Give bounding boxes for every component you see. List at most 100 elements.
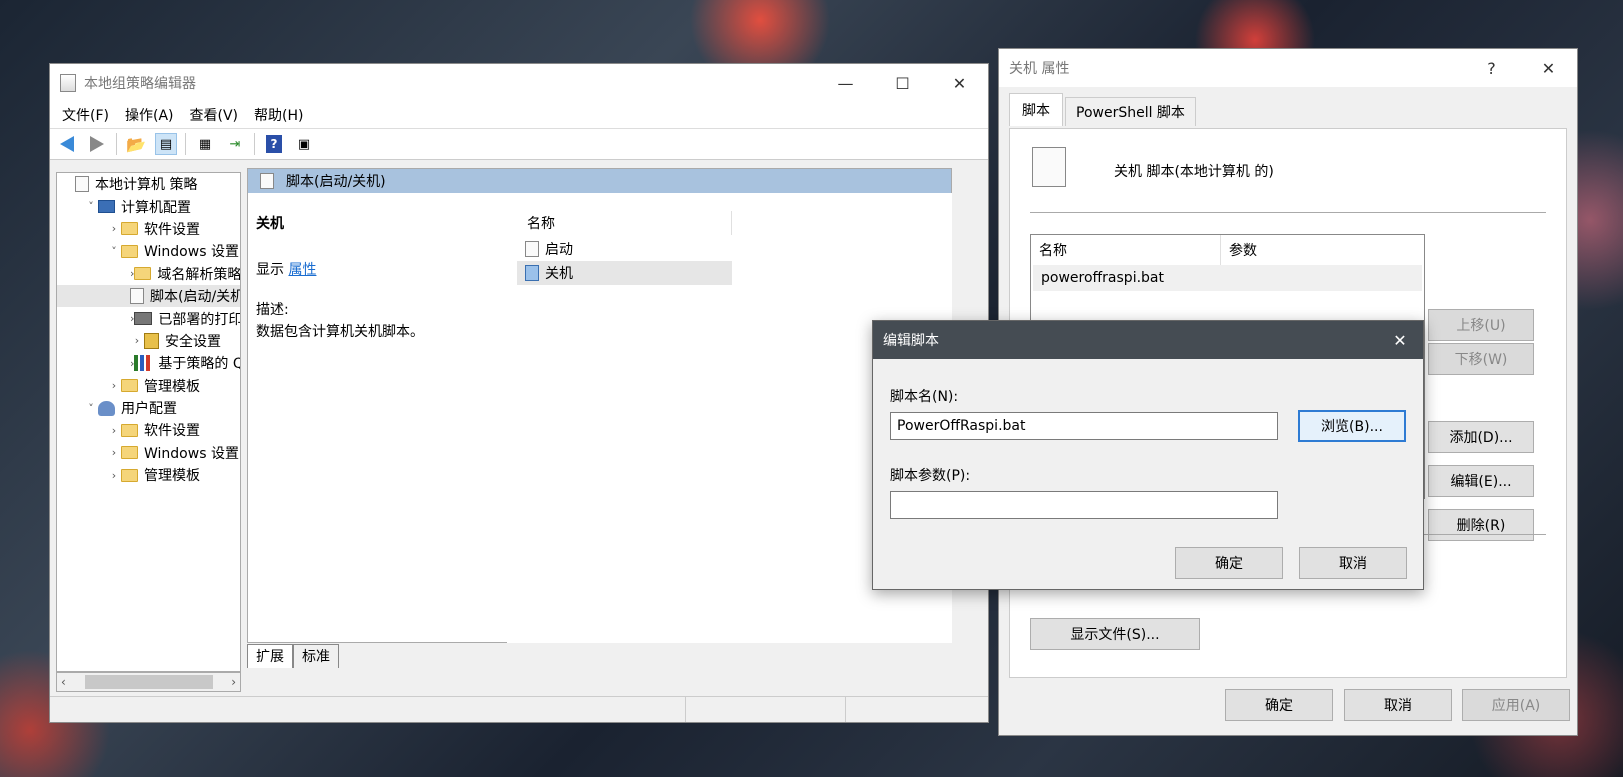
- ok-button[interactable]: 确定: [1175, 547, 1283, 579]
- list-item-shutdown[interactable]: 关机: [517, 261, 732, 285]
- forward-arrow-icon: [90, 136, 104, 152]
- properties-toolbar-button[interactable]: ▦: [194, 133, 216, 155]
- table-row[interactable]: poweroffraspi.bat: [1033, 265, 1422, 291]
- cancel-button[interactable]: 取消: [1299, 547, 1407, 579]
- tree-item[interactable]: 本地计算机 策略: [57, 173, 240, 195]
- delete-button[interactable]: 删除(R): [1428, 509, 1534, 541]
- menu-view[interactable]: 查看(V): [182, 105, 247, 125]
- view-icon: ▣: [297, 136, 311, 152]
- menu-file[interactable]: 文件(F): [54, 105, 117, 125]
- close-button[interactable]: ✕: [1377, 321, 1423, 359]
- script-params-input[interactable]: [890, 491, 1278, 519]
- script-icon: [130, 288, 144, 305]
- back-button[interactable]: [56, 133, 78, 155]
- chevron-down-icon[interactable]: ˅: [84, 200, 98, 213]
- script-name-input[interactable]: PowerOffRaspi.bat: [890, 412, 1278, 440]
- tab-scripts[interactable]: 脚本: [1009, 93, 1063, 126]
- script-icon: [525, 241, 539, 257]
- help-toolbar-button[interactable]: ?: [263, 133, 285, 155]
- edit-titlebar[interactable]: 编辑脚本 ✕: [873, 321, 1423, 359]
- toolbar-separator: [254, 133, 255, 155]
- chevron-right-icon[interactable]: ›: [107, 469, 121, 482]
- edit-button[interactable]: 编辑(E)...: [1428, 465, 1534, 497]
- detail-header-title: 脚本(启动/关机): [286, 174, 386, 190]
- menu-help[interactable]: 帮助(H): [246, 105, 311, 125]
- tree-item-label: 用户配置: [121, 401, 177, 418]
- forward-button[interactable]: [86, 133, 108, 155]
- filter-view-button[interactable]: ▣: [293, 133, 315, 155]
- properties-link[interactable]: 属性: [288, 262, 316, 278]
- chevron-right-icon[interactable]: ›: [107, 446, 121, 459]
- scroll-left-icon[interactable]: ‹: [61, 675, 66, 689]
- tree-item-label: 已部署的打印机: [158, 311, 240, 328]
- toolbar-separator: [116, 133, 117, 155]
- folder-icon: [134, 267, 152, 281]
- description-label: 描述:: [256, 302, 289, 318]
- scroll-right-icon[interactable]: ›: [231, 675, 236, 689]
- show-files-button[interactable]: 显示文件(S)...: [1030, 618, 1200, 650]
- tab-standard[interactable]: 标准: [293, 644, 339, 668]
- tree-item[interactable]: › 安全设置: [57, 330, 240, 352]
- help-button[interactable]: ?: [1463, 49, 1520, 87]
- list-header-name[interactable]: 名称: [517, 211, 732, 235]
- minimize-button[interactable]: —: [817, 64, 874, 102]
- list-item-startup[interactable]: 启动: [517, 237, 732, 261]
- export-list-button[interactable]: ⇥: [224, 133, 246, 155]
- tree-item[interactable]: › 管理模板: [57, 464, 240, 486]
- gpedit-title: 本地组策略编辑器: [84, 76, 196, 92]
- tree-toggle-icon: ▤: [159, 136, 173, 152]
- close-button[interactable]: ✕: [931, 64, 988, 102]
- chevron-down-icon[interactable]: ˅: [84, 402, 98, 415]
- chevron-right-icon[interactable]: ›: [107, 222, 121, 235]
- tree-item[interactable]: › 软件设置: [57, 218, 240, 240]
- tree-item[interactable]: › 域名解析策略: [57, 263, 240, 285]
- tree-horizontal-scrollbar[interactable]: ‹ ›: [56, 672, 241, 692]
- tree-item[interactable]: ˅ 计算机配置: [57, 195, 240, 217]
- maximize-button[interactable]: ☐: [874, 64, 931, 102]
- tab-powershell[interactable]: PowerShell 脚本: [1065, 97, 1196, 126]
- list-item-label: 关机: [545, 266, 573, 282]
- tree-item[interactable]: ›已部署的打印机: [57, 307, 240, 329]
- folder-icon: [121, 244, 138, 258]
- browse-button[interactable]: 浏览(B)...: [1298, 410, 1406, 442]
- tree-item[interactable]: 脚本(启动/关机): [57, 284, 241, 308]
- chevron-right-icon[interactable]: ›: [130, 334, 144, 347]
- computer-icon: [98, 200, 115, 214]
- show-hide-tree-button[interactable]: ▤: [155, 133, 177, 155]
- tree-item-label: 脚本(启动/关机): [150, 289, 241, 306]
- gpedit-titlebar[interactable]: 本地组策略编辑器 — ☐ ✕: [50, 64, 988, 102]
- tree-item[interactable]: ›基于策略的 QoS: [57, 352, 240, 374]
- col-name-header[interactable]: 名称: [1031, 235, 1221, 265]
- up-folder-button[interactable]: 📂: [125, 133, 147, 155]
- tree-item[interactable]: ˅ 用户配置: [57, 397, 240, 419]
- chevron-down-icon[interactable]: ˅: [107, 245, 121, 258]
- col-params-header[interactable]: 参数: [1221, 235, 1421, 265]
- tab-extended[interactable]: 扩展: [247, 644, 293, 668]
- cancel-button[interactable]: 取消: [1344, 689, 1452, 721]
- apply-button[interactable]: 应用(A): [1462, 689, 1570, 721]
- tree-item[interactable]: › 管理模板: [57, 375, 240, 397]
- props-title: 关机 属性: [1009, 61, 1070, 77]
- script-icon: [525, 265, 539, 281]
- chevron-right-icon[interactable]: ›: [107, 379, 121, 392]
- move-down-button[interactable]: 下移(W): [1428, 343, 1534, 375]
- export-icon: ⇥: [229, 136, 241, 152]
- chevron-right-icon[interactable]: ›: [107, 424, 121, 437]
- props-titlebar[interactable]: 关机 属性 ? ✕: [999, 49, 1577, 87]
- security-icon: [144, 332, 159, 349]
- add-button[interactable]: 添加(D)...: [1428, 421, 1534, 453]
- divider: [1030, 212, 1546, 213]
- tree-item-label: 计算机配置: [121, 199, 191, 216]
- folder-icon: [121, 446, 138, 460]
- tree-item[interactable]: ˅ Windows 设置: [57, 240, 240, 262]
- close-button[interactable]: ✕: [1520, 49, 1577, 87]
- scroll-thumb[interactable]: [84, 675, 213, 689]
- tree-item[interactable]: › 软件设置: [57, 419, 240, 441]
- menu-action[interactable]: 操作(A): [117, 105, 182, 125]
- doc-icon: [75, 176, 89, 193]
- tree-item-label: 软件设置: [144, 221, 200, 238]
- tree-item[interactable]: › Windows 设置: [57, 442, 240, 464]
- ok-button[interactable]: 确定: [1225, 689, 1333, 721]
- policy-tree[interactable]: 本地计算机 策略 ˅ 计算机配置 › 软件设置 ˅ Windows 设置 › 域名解析策略 脚本(…: [56, 172, 241, 672]
- move-up-button[interactable]: 上移(U): [1428, 309, 1534, 341]
